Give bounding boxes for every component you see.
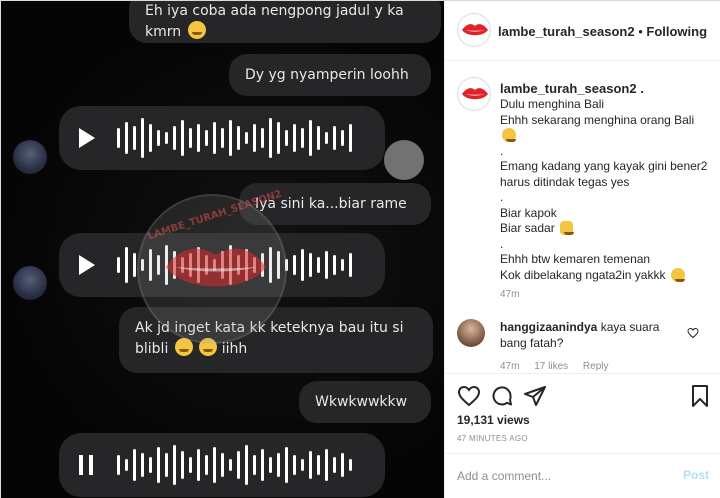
chat-screenshot: Eh iya coba ada nengpong jadul y ka kmrn… bbox=[1, 1, 444, 498]
caption-time: 47m bbox=[500, 289, 520, 300]
laughing-emoji-icon bbox=[670, 267, 685, 282]
comment-likes[interactable]: 17 likes bbox=[534, 361, 568, 372]
caption-line: Biar sadar bbox=[500, 221, 710, 237]
post-button[interactable]: Post bbox=[683, 468, 709, 482]
comment-meta: 47m 17 likes Reply bbox=[500, 361, 621, 372]
post-media[interactable]: Eh iya coba ada nengpong jadul y ka kmrn… bbox=[1, 1, 444, 498]
comment-time: 47m bbox=[500, 361, 520, 372]
post-caption: lambe_turah_season2 . Dulu menghina Bali… bbox=[445, 61, 720, 311]
like-comment-heart-icon[interactable] bbox=[687, 327, 699, 339]
post-side-panel: lambe_turah_season2 • Following lambe_tu… bbox=[444, 1, 720, 498]
instagram-post-view: Eh iya coba ada nengpong jadul y ka kmrn… bbox=[0, 0, 720, 498]
sender-avatar bbox=[13, 140, 47, 174]
message-bubble: Wkwkwwkkw bbox=[299, 381, 431, 423]
header-username[interactable]: lambe_turah_season2 bbox=[498, 24, 635, 39]
waveform-3 bbox=[79, 445, 352, 485]
add-comment-input[interactable] bbox=[457, 466, 667, 486]
comment-username[interactable]: hanggizaanindya bbox=[500, 320, 597, 334]
caption-line: Dulu menghina Bali bbox=[500, 97, 605, 111]
caption-line: Biar kapok bbox=[500, 205, 557, 220]
caption-line: . bbox=[500, 143, 504, 158]
reply-button[interactable]: Reply bbox=[583, 361, 609, 372]
comment-item: hanggizaanindya kaya suara bang fatah? 4… bbox=[445, 313, 720, 373]
post-header: lambe_turah_season2 • Following bbox=[445, 1, 720, 61]
caption-text: Dulu menghina Bali Ehhh sekarang menghin… bbox=[500, 97, 710, 283]
message-bubble: Dy yg nyamperin loohh bbox=[229, 54, 431, 96]
caption-line: . bbox=[500, 236, 504, 251]
caption-line: Emang kadang yang kayak gini bener2 bbox=[500, 159, 708, 173]
caption-line: Ehhh sekarang menghina orang Bali bbox=[500, 112, 695, 127]
caption-line bbox=[500, 128, 710, 144]
caption-line: Kok dibelakang ngata2in yakkk bbox=[500, 267, 710, 284]
caption-avatar[interactable] bbox=[457, 77, 491, 111]
header-separator: • bbox=[638, 24, 643, 39]
following-button[interactable]: Following bbox=[646, 24, 707, 39]
record-button-overlay bbox=[384, 140, 424, 180]
comment-text: hanggizaanindya kaya suara bang fatah? bbox=[500, 319, 685, 351]
like-heart-icon[interactable] bbox=[457, 384, 481, 408]
view-count[interactable]: 19,131 views bbox=[457, 413, 530, 427]
crying-emoji-icon bbox=[502, 128, 516, 142]
caption-line: harus ditindak tegas yes bbox=[500, 174, 630, 189]
message-text: iihh bbox=[221, 341, 248, 357]
waveform-1 bbox=[79, 118, 352, 158]
pause-icon bbox=[79, 455, 83, 475]
caption-line: Ehhh btw kemaren temenan bbox=[500, 252, 651, 266]
header-line: lambe_turah_season2 • Following bbox=[498, 24, 707, 39]
lips-logo-icon bbox=[462, 88, 488, 100]
caption-username[interactable]: lambe_turah_season2 bbox=[500, 81, 637, 96]
profile-avatar[interactable] bbox=[457, 13, 491, 47]
save-bookmark-icon[interactable] bbox=[688, 384, 712, 408]
message-text: Wkwkwwkkw bbox=[315, 394, 408, 410]
emoji-icon bbox=[187, 21, 206, 39]
message-text: Eh iya coba ada nengpong jadul y ka kmrn bbox=[145, 3, 404, 40]
message-text: Dy yg nyamperin loohh bbox=[245, 67, 409, 83]
lips-logo-icon bbox=[166, 248, 266, 287]
sender-avatar bbox=[13, 266, 47, 300]
add-comment-bar: Post bbox=[445, 453, 720, 498]
comment-bubble-icon[interactable] bbox=[490, 384, 514, 408]
play-icon bbox=[79, 128, 95, 148]
caption-line: . bbox=[500, 190, 504, 204]
message-bubble: Eh iya coba ada nengpong jadul y ka kmrn bbox=[129, 1, 441, 43]
lips-logo-icon bbox=[462, 24, 488, 36]
voice-message bbox=[59, 433, 385, 497]
commenter-avatar[interactable] bbox=[457, 319, 485, 347]
voice-message bbox=[59, 106, 385, 170]
share-direct-icon[interactable] bbox=[523, 384, 547, 408]
post-timestamp[interactable]: 47 MINUTES AGO bbox=[457, 434, 528, 443]
caption-username-suffix: . bbox=[640, 81, 644, 96]
post-actions: 19,131 views 47 MINUTES AGO bbox=[445, 373, 720, 453]
play-icon bbox=[79, 255, 95, 275]
caption-username-line: lambe_turah_season2 . bbox=[500, 81, 644, 96]
hand-emoji-icon bbox=[560, 221, 575, 235]
